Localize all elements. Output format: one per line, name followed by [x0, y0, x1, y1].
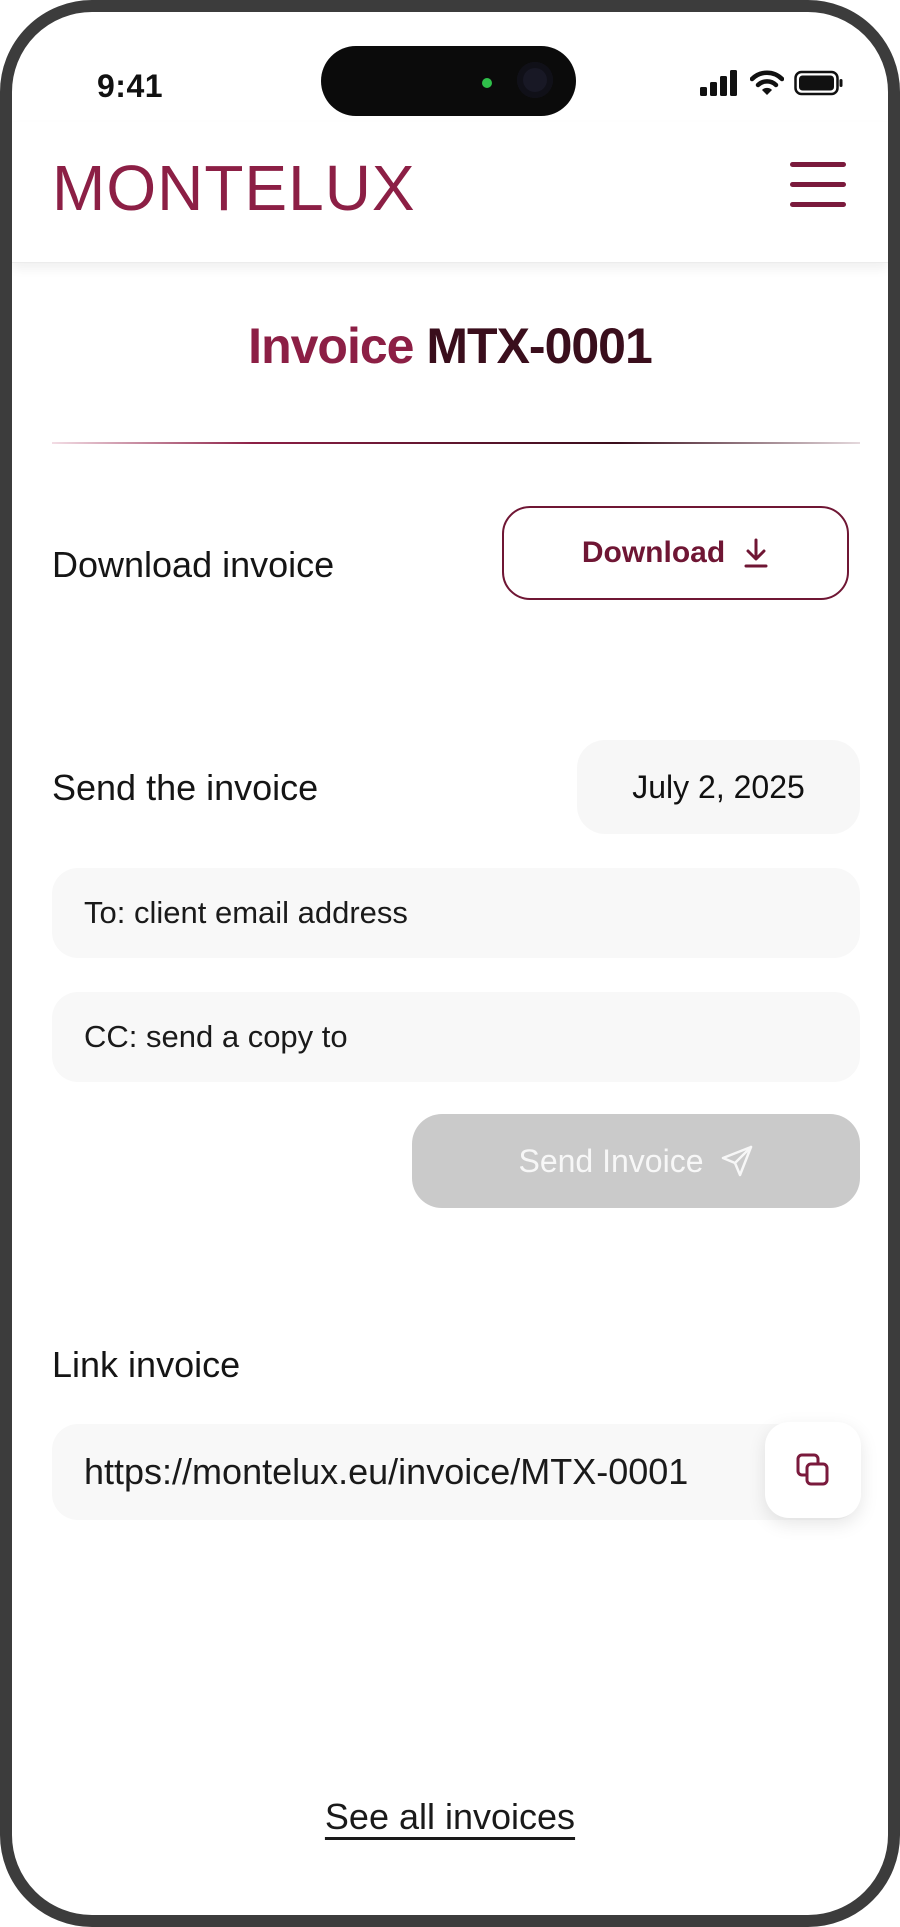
- cc-email-field[interactable]: CC: send a copy to: [52, 992, 860, 1082]
- to-email-field[interactable]: To: client email address: [52, 868, 860, 958]
- see-all-invoices-link[interactable]: See all invoices: [325, 1796, 575, 1837]
- page-title-prefix: Invoice: [248, 318, 414, 374]
- invoice-link-field[interactable]: https://montelux.eu/invoice/MTX-0001: [52, 1424, 860, 1520]
- send-icon: [721, 1145, 752, 1177]
- download-button[interactable]: Download: [502, 506, 849, 600]
- see-all-container: See all invoices: [12, 1796, 888, 1838]
- phone-frame: 9:41 MONTELUX Invoice MTX-0001 Download …: [0, 0, 900, 1927]
- copy-icon: [796, 1453, 829, 1486]
- copy-link-button[interactable]: [765, 1422, 861, 1518]
- wifi-icon: [750, 70, 784, 95]
- link-label: Link invoice: [52, 1344, 241, 1385]
- signal-icon: [700, 70, 737, 96]
- menu-button[interactable]: [790, 162, 846, 208]
- send-date[interactable]: July 2, 2025: [577, 740, 860, 834]
- menu-icon: [790, 162, 846, 167]
- battery-icon: [794, 70, 843, 96]
- brand-logo[interactable]: MONTELUX: [52, 156, 416, 220]
- download-icon: [744, 538, 768, 568]
- status-bar: 9:41: [12, 12, 888, 122]
- page-title-number: MTX-0001: [426, 318, 652, 374]
- send-label: Send the invoice: [52, 767, 319, 808]
- status-time: 9:41: [97, 68, 164, 104]
- download-label: Download invoice: [52, 544, 335, 585]
- camera-indicator-dot: [482, 78, 492, 88]
- front-camera: [517, 62, 553, 98]
- send-invoice-label: Send Invoice: [518, 1142, 704, 1179]
- send-invoice-button[interactable]: Send Invoice: [412, 1114, 860, 1208]
- title-divider: [52, 442, 860, 444]
- status-icons: [700, 68, 844, 98]
- page-title: Invoice MTX-0001: [12, 317, 888, 375]
- app-header: MONTELUX: [12, 122, 888, 263]
- download-button-label: Download: [581, 536, 726, 569]
